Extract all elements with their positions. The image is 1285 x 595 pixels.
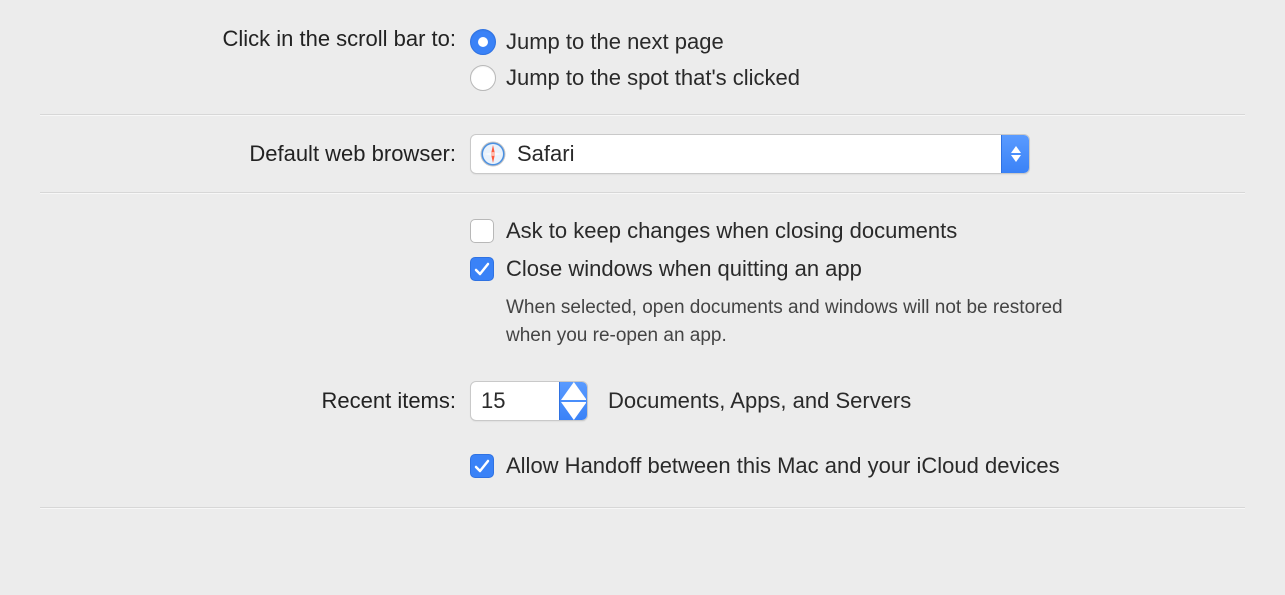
scroll-click-row: Click in the scroll bar to: Jump to the … xyxy=(40,20,1245,100)
close-windows-checkbox[interactable]: Close windows when quitting an app xyxy=(470,250,1245,288)
popup-arrows-icon xyxy=(1001,135,1029,173)
recent-items-row: Recent items: 15 Documents, Apps, and Se… xyxy=(40,377,1245,425)
allow-handoff-label: Allow Handoff between this Mac and your … xyxy=(506,453,1060,479)
scroll-option-spot-clicked[interactable]: Jump to the spot that's clicked xyxy=(470,60,1245,96)
default-browser-value: Safari xyxy=(507,141,1001,167)
safari-icon xyxy=(479,140,507,168)
allow-handoff-checkbox[interactable]: Allow Handoff between this Mac and your … xyxy=(470,447,1245,485)
recent-items-value: 15 xyxy=(471,388,559,414)
radio-icon xyxy=(470,29,496,55)
default-browser-popup[interactable]: Safari xyxy=(470,134,1030,174)
recent-items-stepper[interactable]: 15 xyxy=(470,381,588,421)
scroll-option-next-page[interactable]: Jump to the next page xyxy=(470,24,1245,60)
spacer xyxy=(40,212,470,214)
scroll-click-label: Click in the scroll bar to: xyxy=(40,24,470,52)
documents-options: Ask to keep changes when closing documen… xyxy=(470,212,1245,349)
recent-items-label: Recent items: xyxy=(40,388,470,414)
handoff-control: Allow Handoff between this Mac and your … xyxy=(470,447,1245,485)
default-browser-label: Default web browser: xyxy=(40,141,470,167)
recent-items-control: 15 Documents, Apps, and Servers xyxy=(470,381,1245,421)
ask-keep-changes-label: Ask to keep changes when closing documen… xyxy=(506,218,957,244)
checkbox-icon xyxy=(470,454,494,478)
scroll-option-label: Jump to the spot that's clicked xyxy=(506,65,800,91)
ask-keep-changes-checkbox[interactable]: Ask to keep changes when closing documen… xyxy=(470,212,1245,250)
divider xyxy=(40,192,1245,194)
close-windows-label: Close windows when quitting an app xyxy=(506,256,862,282)
popup-arrows-icon xyxy=(559,382,587,420)
radio-icon xyxy=(470,65,496,91)
divider xyxy=(40,507,1245,509)
handoff-row: Allow Handoff between this Mac and your … xyxy=(40,443,1245,489)
checkbox-icon xyxy=(470,219,494,243)
general-preferences-pane: Click in the scroll bar to: Jump to the … xyxy=(0,0,1285,533)
default-browser-control: Safari xyxy=(470,134,1245,174)
default-browser-row: Default web browser: Safari xyxy=(40,130,1245,178)
recent-items-suffix: Documents, Apps, and Servers xyxy=(608,388,911,414)
checkbox-icon xyxy=(470,257,494,281)
scroll-click-options: Jump to the next page Jump to the spot t… xyxy=(470,24,1245,96)
documents-row: Ask to keep changes when closing documen… xyxy=(40,208,1245,353)
divider xyxy=(40,114,1245,116)
scroll-option-label: Jump to the next page xyxy=(506,29,724,55)
spacer xyxy=(40,447,470,449)
close-windows-helper: When selected, open documents and window… xyxy=(470,288,1090,349)
